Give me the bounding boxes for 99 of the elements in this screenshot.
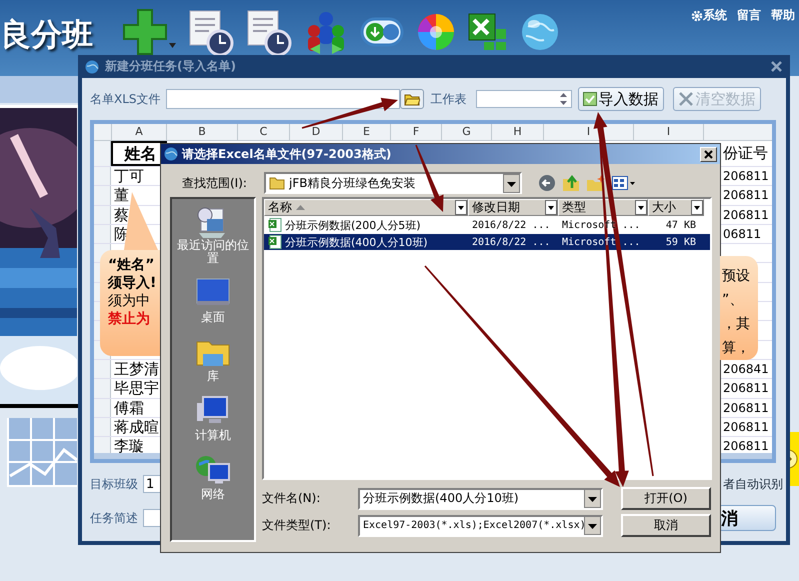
dropdown-field[interactable]: 分班示例数据(400人分10班) — [358, 488, 603, 510]
close-icon — [771, 61, 782, 72]
row-header — [94, 167, 111, 186]
table-cell-text: 206841 — [723, 360, 770, 378]
dropdown-field[interactable]: Excel97-2003(*.xls);Excel2007(*.xlsx) — [358, 514, 603, 536]
table-cell-text: 06811 — [723, 226, 762, 243]
menu-item[interactable]: 帮助 — [771, 7, 795, 24]
place-item[interactable]: 库 — [172, 336, 254, 383]
row-header — [94, 418, 111, 436]
row-header — [94, 379, 111, 398]
row-header — [94, 224, 111, 244]
table-cell-text: 206811 — [723, 168, 770, 185]
field-label: 任务简述 — [90, 510, 138, 526]
table-cell-text: 206811 — [723, 206, 770, 224]
field-label: 工作表 — [430, 90, 467, 108]
table-cell-text: 董 — [113, 186, 130, 205]
spreadsheet-file-icon — [268, 235, 282, 249]
browse-button[interactable] — [400, 89, 424, 109]
globe-icon — [164, 147, 178, 161]
checkbox-icon — [582, 92, 597, 106]
column-header[interactable]: I — [634, 124, 704, 140]
globe-icon[interactable] — [520, 12, 560, 52]
column-header[interactable]: A — [112, 124, 167, 140]
column-header[interactable]: E — [343, 124, 391, 140]
globe-icon — [85, 60, 99, 74]
sort-arrow-icon — [296, 205, 305, 210]
hint-text: 者自动识别 — [723, 476, 783, 492]
plus-icon[interactable] — [123, 8, 167, 56]
callout-text: 禁止为 — [108, 310, 151, 328]
field-label: 文件类型(T): — [262, 517, 332, 534]
column-header[interactable]: F — [391, 124, 442, 140]
place-item[interactable]: 桌面 — [172, 277, 254, 324]
field-label: 文件名(N): — [262, 490, 322, 507]
table-cell-text: 206811 — [723, 400, 770, 417]
folder-icon — [269, 175, 285, 191]
toggle-icon[interactable] — [360, 15, 404, 49]
column-header[interactable]: H — [492, 124, 544, 140]
callout-text: 须导入! — [108, 274, 158, 292]
new-folder-icon[interactable] — [586, 174, 606, 192]
column-header[interactable]: G — [442, 124, 492, 140]
file-row[interactable]: 分班示例数据(400人分10班) 2016/8/22 ... Microsoft ... 59 KB — [264, 234, 710, 250]
settings-icon[interactable] — [691, 10, 703, 22]
color-wheel-icon[interactable] — [416, 12, 456, 52]
callout-text: 算， — [722, 339, 751, 358]
row-header — [94, 398, 111, 417]
app-title: 良分班 — [0, 16, 93, 55]
callout-text: 须为中 — [108, 292, 151, 310]
column-header[interactable]: B — [167, 124, 238, 140]
column-header[interactable]: C — [238, 124, 290, 140]
back-icon[interactable] — [538, 174, 556, 192]
table-cell-text: 206811 — [723, 438, 770, 456]
callout-text: 预设 — [722, 267, 751, 286]
dialog-title: 新建分班任务(导入名单) — [105, 58, 236, 75]
table-cell-text: 206811 — [723, 380, 770, 398]
folder-dropdown[interactable]: jFB精良分班绿色免安装 — [264, 172, 522, 194]
callout-text: “姓名” — [108, 256, 156, 274]
file-path-field[interactable] — [166, 89, 400, 109]
column-header[interactable]: 大小 — [648, 199, 704, 216]
table-cell-text: 傅霜 — [113, 398, 145, 417]
spreadsheet-icon[interactable] — [468, 12, 508, 52]
row-header — [94, 360, 111, 378]
callout-text: ，其 — [722, 315, 751, 334]
column-header[interactable]: 类型 — [558, 199, 648, 216]
menu-item[interactable]: 留言 — [737, 7, 761, 24]
place-item[interactable]: 最近访问的位置 — [172, 205, 254, 265]
column-header[interactable]: 名称 — [264, 199, 468, 216]
table-cell-text: 王梦清 — [113, 360, 160, 378]
cancel-button[interactable]: 取消 — [621, 514, 711, 537]
table-cell-text: 206811 — [723, 418, 770, 436]
menu-item[interactable]: 系统 — [703, 7, 727, 24]
import-button[interactable]: 导入数据 — [578, 87, 664, 111]
field-label: 查找范围(I): — [182, 174, 248, 192]
annotation-arrow — [415, 144, 444, 212]
caret-icon[interactable] — [169, 42, 176, 48]
dialog-title: 请选择Excel名单文件(97-2003格式) — [182, 146, 392, 162]
row-header — [94, 206, 111, 224]
place-item[interactable]: 计算机 — [172, 395, 254, 442]
table-cell-text: 丁可 — [113, 167, 145, 186]
folder-icon — [404, 92, 420, 106]
table-cell-text: 206811 — [723, 187, 770, 204]
place-item[interactable]: 网络 — [172, 454, 254, 501]
table-cell-text: 毕思宇 — [113, 379, 160, 398]
callout-text: ”、 — [722, 291, 744, 310]
table-cell-text: 蔡 — [113, 206, 130, 224]
view-menu-icon[interactable] — [612, 176, 636, 190]
worksheet-field[interactable] — [476, 90, 572, 108]
close-icon — [704, 150, 713, 158]
spreadsheet-file-icon — [268, 218, 282, 232]
cross-icon — [678, 91, 694, 107]
table-cell-text: 蒋成暄 — [113, 418, 160, 436]
spinner-icon — [558, 92, 568, 106]
field-label: 名单XLS文件 — [90, 90, 161, 108]
cancel-button[interactable]: 消 — [718, 505, 776, 531]
field-label: 目标班级 — [90, 476, 138, 492]
row-header — [94, 186, 111, 205]
open-button[interactable]: 打开(O) — [621, 487, 711, 510]
column-header[interactable]: 修改日期 — [468, 199, 558, 216]
table-cell-text: 李璇 — [113, 437, 145, 456]
table-cell-text: 份证号 — [723, 143, 769, 164]
